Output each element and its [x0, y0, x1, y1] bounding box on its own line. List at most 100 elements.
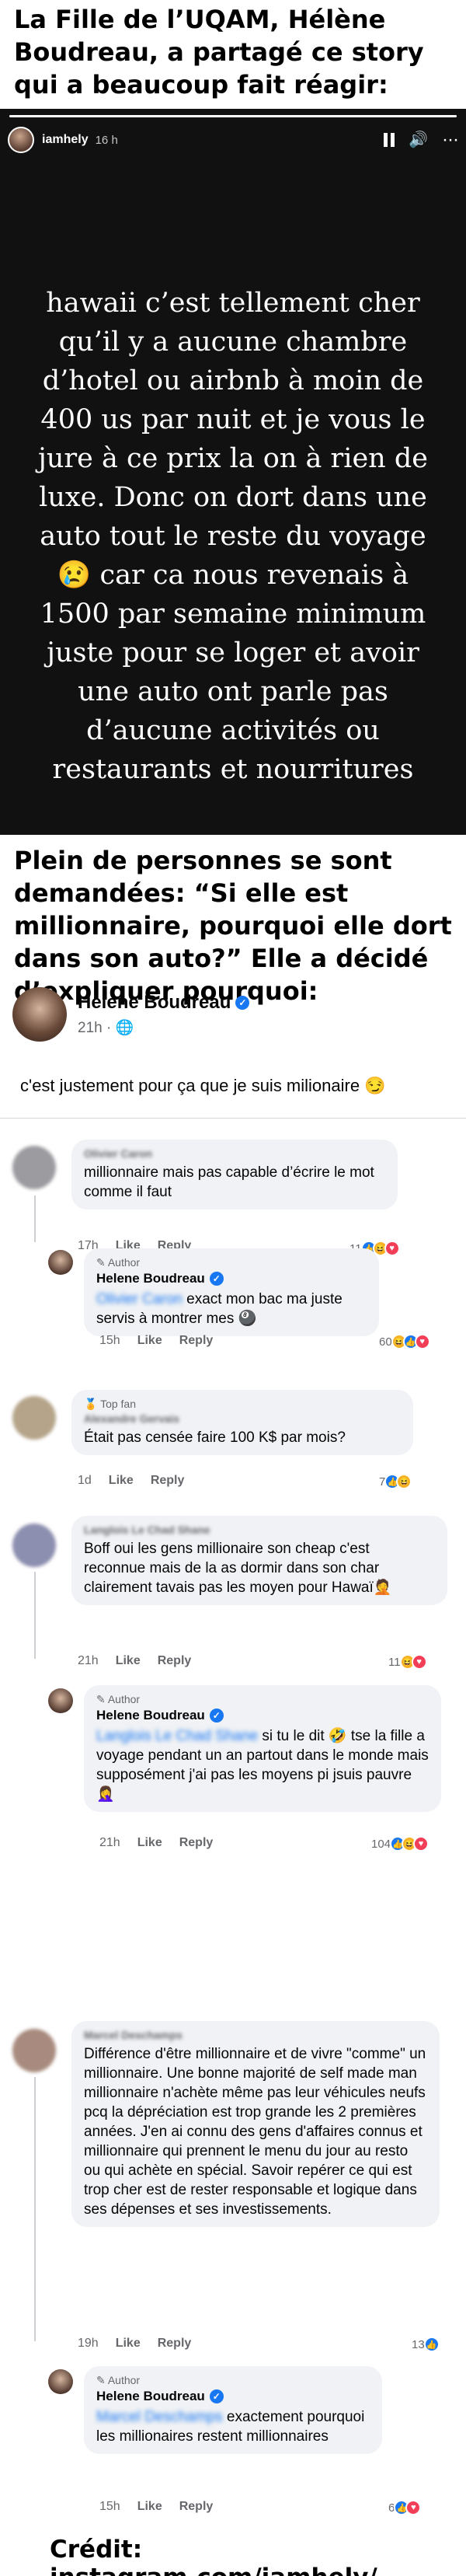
comment-bubble: Langlois Le Chad Shane Boff oui les gens…	[71, 1516, 447, 1605]
mention-link[interactable]: Langlois Le Chad Shane	[96, 1728, 258, 1744]
headline-mid: Plein de personnes se sont demandées: “S…	[14, 846, 452, 1006]
reaction-summary[interactable]: 60 😆 👍 ♥	[379, 1334, 430, 1349]
reaction-summary[interactable]: 11 😆 ♥	[388, 1654, 427, 1670]
comment-bubble: Olivier Caron millionnaire mais pas capa…	[71, 1140, 398, 1209]
reply-actions: 15h Like Reply	[99, 2500, 213, 2514]
commenter-name[interactable]: Olivier Caron	[84, 1147, 385, 1160]
instagram-story: iamhely 16 h 🔊 ··· hawaii c’est tellemen…	[0, 109, 466, 835]
more-options-icon[interactable]: ···	[442, 131, 459, 149]
commenter-name[interactable]: Langlois Le Chad Shane	[84, 1524, 435, 1536]
author-tag: ✎ Author	[96, 1256, 141, 1269]
sound-icon[interactable]: 🔊	[409, 132, 428, 148]
comment-text: millionnaire mais pas capable d’écrire l…	[84, 1164, 374, 1200]
reply-time[interactable]: 15h	[99, 2500, 120, 2514]
comment-bubble: 🏅 Top fan Alexandre Gervais Était pas ce…	[71, 1390, 413, 1455]
reply-author-name[interactable]: Helene Boudreau	[96, 2389, 205, 2404]
post-text: c'est justement pour ça que je suis mili…	[20, 1076, 386, 1095]
commenter-name[interactable]: Marcel Deschamps	[84, 2029, 427, 2041]
verified-badge-icon: ✓	[209, 2389, 224, 2403]
reply-button[interactable]: Reply	[158, 1654, 192, 1668]
commenter-avatar[interactable]	[12, 1524, 56, 1567]
reaction-count: 13	[412, 2337, 425, 2351]
author-tag: ✎ Author	[96, 2374, 141, 2386]
reply-bubble: ✎ Author Helene Boudreau ✓ Marcel Descham…	[84, 2366, 382, 2454]
story-text: hawaii c’est tellement cher qu’il y a au…	[38, 288, 428, 785]
commenter-name[interactable]: Alexandre Gervais	[84, 1412, 401, 1425]
reply-author-name[interactable]: Helene Boudreau	[96, 1708, 205, 1723]
comment-text: Boff oui les gens millionaire son cheap …	[84, 1541, 392, 1596]
like-button[interactable]: Like	[137, 1836, 162, 1850]
commenter-avatar[interactable]	[12, 2029, 56, 2072]
author-avatar[interactable]	[12, 987, 67, 1042]
comment-actions: 21h Like Reply	[78, 1654, 191, 1668]
love-reaction-icon: ♥	[413, 1836, 429, 1852]
pause-icon[interactable]	[384, 133, 395, 147]
post-time[interactable]: 21h	[78, 1020, 103, 1036]
story-username[interactable]: iamhely	[42, 133, 89, 147]
comment-actions: 1d Like Reply	[78, 1474, 184, 1488]
thread-line	[34, 1572, 36, 1659]
mention-link[interactable]: Marcel Deschamps	[96, 2409, 223, 2425]
reaction-count: 60	[379, 1335, 392, 1349]
verified-badge-icon: ✓	[209, 1709, 224, 1723]
post-author-name[interactable]: Helene Boudreau	[78, 992, 231, 1014]
reply-time[interactable]: 15h	[99, 1334, 120, 1348]
reply-actions: 21h Like Reply	[99, 1836, 213, 1850]
reaction-summary[interactable]: 6 👍 ♥	[388, 2500, 422, 2515]
reply-button[interactable]: Reply	[179, 1836, 214, 1850]
reaction-summary[interactable]: 7 👍 😆	[379, 1474, 412, 1489]
story-header: iamhely 16 h 🔊 ···	[8, 126, 459, 154]
author-tag: ✎ Author	[96, 1693, 141, 1705]
like-reaction-icon: 👍	[423, 2337, 440, 2352]
love-reaction-icon: ♥	[411, 1654, 427, 1670]
like-button[interactable]: Like	[137, 2500, 162, 2514]
haha-reaction-icon: 😆	[396, 1474, 412, 1489]
reply-author-avatar[interactable]	[48, 2369, 73, 2394]
mention-link[interactable]: Olivier Caron	[96, 1291, 183, 1307]
like-button[interactable]: Like	[109, 1474, 134, 1488]
like-button[interactable]: Like	[137, 1334, 162, 1348]
story-avatar[interactable]	[8, 127, 34, 153]
post-separator: ·	[106, 1020, 112, 1036]
like-button[interactable]: Like	[116, 1654, 141, 1668]
reply-actions: 15h Like Reply	[99, 1334, 213, 1348]
reply-button[interactable]: Reply	[179, 1334, 214, 1348]
headline-top: La Fille de l’UQAM, Hélène Boudreau, a p…	[14, 5, 424, 99]
top-fan-badge: 🏅 Top fan	[84, 1398, 136, 1410]
comment-time[interactable]: 1d	[78, 1474, 92, 1488]
reaction-count: 104	[371, 1837, 391, 1851]
reaction-count: 11	[388, 1655, 401, 1669]
comment-text: Différence d'être millionnaire et de viv…	[84, 2046, 426, 2218]
credit-line: Crédit: instagram.com/iamhely/	[50, 2536, 377, 2576]
comment-time[interactable]: 19h	[78, 2337, 99, 2351]
love-reaction-icon: ♥	[405, 2500, 422, 2515]
love-reaction-icon: ♥	[384, 1241, 400, 1256]
reply-author-name[interactable]: Helene Boudreau	[96, 1271, 205, 1286]
reply-button[interactable]: Reply	[151, 1474, 185, 1488]
comment-bubble: Marcel Deschamps Différence d'être milli…	[71, 2021, 440, 2227]
thread-line	[34, 2077, 36, 2341]
reply-author-avatar[interactable]	[48, 1250, 73, 1275]
comment-actions: 19h Like Reply	[78, 2337, 191, 2351]
reaction-summary[interactable]: 104 👍 😆 ♥	[371, 1836, 429, 1852]
reaction-summary[interactable]: 13 👍	[412, 2337, 440, 2352]
reply-bubble: ✎ Author Helene Boudreau ✓ Olivier Caron …	[84, 1248, 379, 1336]
story-time: 16 h	[95, 133, 118, 147]
commenter-avatar[interactable]	[12, 1146, 56, 1189]
reply-bubble: ✎ Author Helene Boudreau ✓ Langlois Le Ch…	[84, 1685, 441, 1812]
globe-icon: 🌐	[115, 1020, 134, 1036]
thread-line	[34, 1196, 36, 1242]
verified-badge-icon: ✓	[235, 996, 250, 1010]
verified-badge-icon: ✓	[209, 1272, 224, 1286]
like-button[interactable]: Like	[116, 2337, 141, 2351]
reply-time[interactable]: 21h	[99, 1836, 120, 1850]
reply-button[interactable]: Reply	[158, 2337, 192, 2351]
reply-button[interactable]: Reply	[179, 2500, 214, 2514]
comment-text: Était pas censée faire 100 K$ par mois?	[84, 1429, 346, 1446]
commenter-avatar[interactable]	[12, 1396, 56, 1440]
comment-time[interactable]: 21h	[78, 1654, 99, 1668]
divider	[0, 1118, 466, 1119]
reply-author-avatar[interactable]	[48, 1688, 73, 1713]
love-reaction-icon: ♥	[414, 1334, 430, 1349]
story-progress-bar	[9, 115, 457, 117]
